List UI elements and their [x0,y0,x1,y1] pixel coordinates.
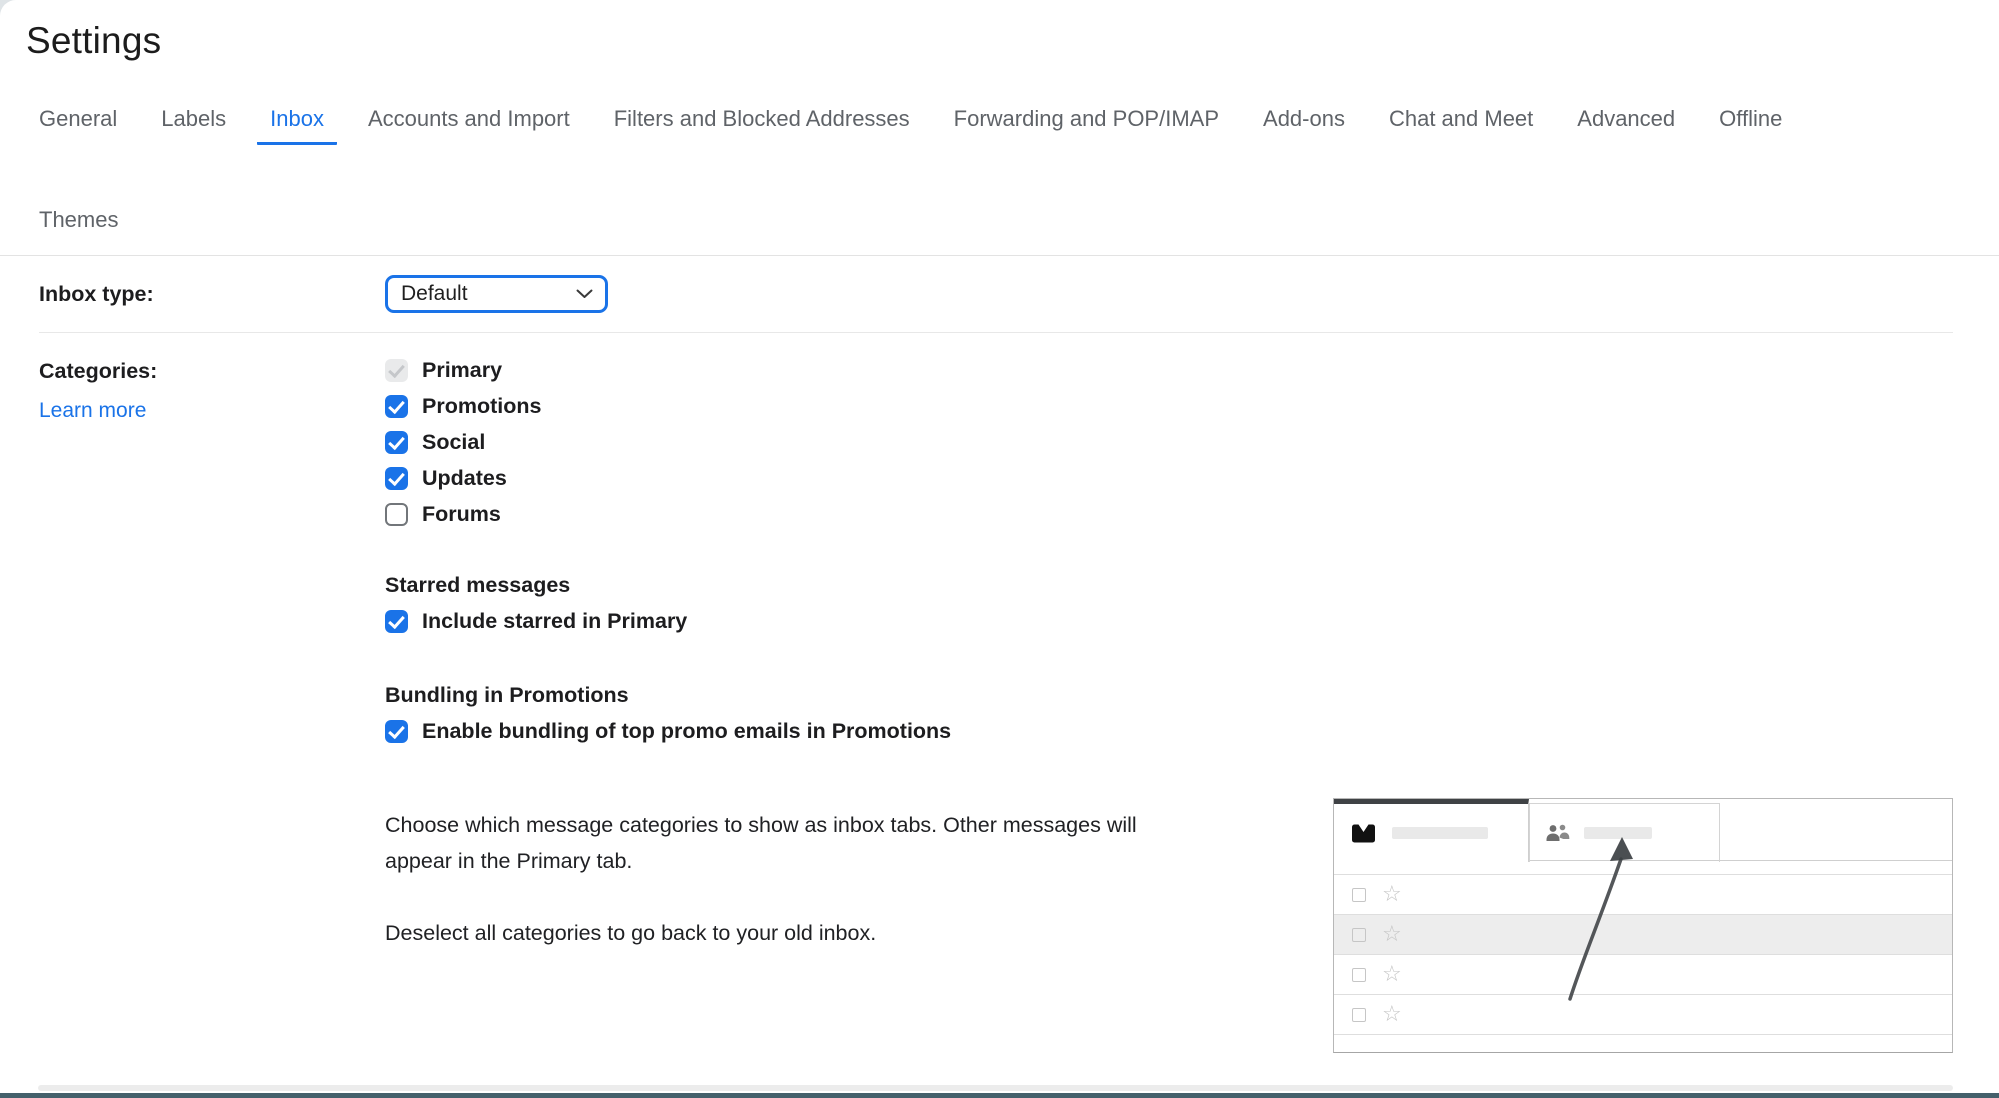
chevron-down-icon [576,289,593,299]
tab-general[interactable]: General [39,106,117,144]
mini-checkbox-icon [1352,928,1366,942]
placeholder-bar [1584,827,1652,839]
checkbox-promotions[interactable] [385,395,408,418]
inbox-type-label: Inbox type: [39,282,154,306]
tab-labels[interactable]: Labels [161,106,226,144]
inbox-type-select[interactable]: Default [385,275,608,313]
page-title: Settings [26,0,1999,62]
horizontal-scrollbar[interactable] [38,1085,1953,1091]
bundling-heading: Bundling in Promotions [385,683,1205,708]
checkbox-social[interactable] [385,431,408,454]
checkbox-primary [385,359,408,382]
mini-checkbox-icon [1352,968,1366,982]
tab-themes[interactable]: Themes [39,207,118,245]
star-icon: ☆ [1382,928,1402,942]
starred-option-row: Include starred in Primary [385,610,1205,633]
inbox-icon [1350,822,1377,845]
bundling-option-row: Enable bundling of top promo emails in P… [385,720,1205,743]
learn-more-link[interactable]: Learn more [39,399,146,423]
illustration-message-row-highlighted: ☆ [1334,914,1952,954]
illustration-message-row: ☆ [1334,954,1952,994]
tab-advanced[interactable]: Advanced [1577,106,1675,144]
inbox-type-section: Inbox type: Default [0,256,1999,332]
tab-filters-and-blocked-addresses[interactable]: Filters and Blocked Addresses [614,106,910,144]
window-bottom-edge [0,1093,1999,1098]
illustration-active-tab [1334,799,1529,862]
tab-offline[interactable]: Offline [1719,106,1782,144]
illustration-second-tab [1529,803,1720,862]
category-row: Promotions [385,395,1205,418]
illustration-message-row: ☆ [1334,994,1952,1034]
mini-checkbox-icon [1352,1008,1366,1022]
illustration-message-row: ☆ [1334,874,1952,914]
checkbox-forums[interactable] [385,503,408,526]
placeholder-bar [1392,827,1488,839]
tab-inbox[interactable]: Inbox [257,106,337,145]
starred-messages-heading: Starred messages [385,573,1205,598]
star-icon: ☆ [1382,888,1402,902]
tab-forwarding-and-pop-imap[interactable]: Forwarding and POP/IMAP [954,106,1219,144]
inbox-tabs-illustration: ☆ ☆ ☆ ☆ [1333,798,1953,1053]
people-icon [1543,823,1571,843]
checkbox-updates[interactable] [385,467,408,490]
category-row: Primary [385,359,1205,382]
tab-accounts-and-import[interactable]: Accounts and Import [368,106,570,144]
settings-tabs: General Labels Inbox Accounts and Import… [39,106,1959,245]
illustration-empty-row [1334,1034,1952,1059]
settings-page: Settings General Labels Inbox Accounts a… [0,0,1999,1098]
category-row: Forums [385,503,1205,526]
deselect-description: Deselect all categories to go back to yo… [385,915,1205,951]
mini-checkbox-icon [1352,888,1366,902]
star-icon: ☆ [1382,1008,1402,1022]
categories-description: Choose which message categories to show … [385,807,1205,879]
illustration-tab-bar [1334,799,1952,861]
inbox-type-selected-value: Default [401,282,468,306]
categories-label: Categories: [39,359,385,384]
category-row: Updates [385,467,1205,490]
checkbox-include-starred[interactable] [385,610,408,633]
tab-add-ons[interactable]: Add-ons [1263,106,1345,144]
checkbox-enable-bundling[interactable] [385,720,408,743]
category-row: Social [385,431,1205,454]
star-icon: ☆ [1382,968,1402,982]
categories-options: Primary Promotions Social Updates Forums… [385,359,1205,951]
tab-chat-and-meet[interactable]: Chat and Meet [1389,106,1533,144]
